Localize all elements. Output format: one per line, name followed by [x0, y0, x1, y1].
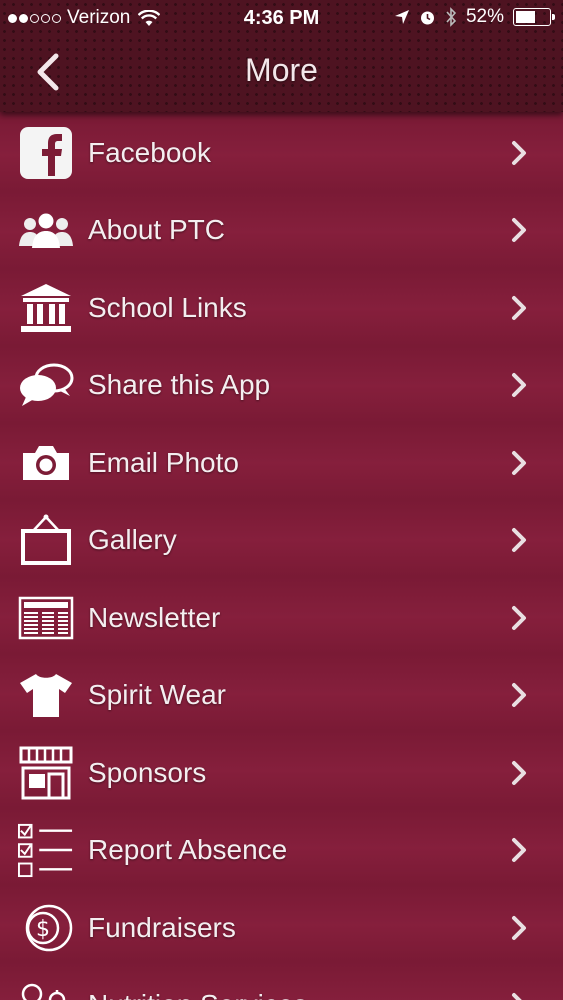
menu-item-school-links[interactable]: School Links [0, 269, 563, 347]
menu-item-gallery[interactable]: Gallery [0, 502, 563, 580]
tshirt-icon [18, 667, 74, 723]
nav-bar: More [0, 36, 563, 112]
bluetooth-icon [446, 7, 457, 27]
chevron-right-icon [512, 915, 526, 940]
menu-item-label: Spirit Wear [88, 679, 226, 711]
menu-item-share-this-app[interactable]: Share this App [0, 347, 563, 425]
menu-item-email-photo[interactable]: Email Photo [0, 424, 563, 502]
menu-item-label: Fundraisers [88, 911, 236, 943]
people-icon [18, 202, 74, 258]
menu-item-newsletter[interactable]: Newsletter [0, 579, 563, 657]
camera-icon [18, 435, 74, 491]
chevron-right-icon [512, 140, 526, 165]
newspaper-icon [18, 590, 74, 646]
chevron-right-icon [512, 993, 522, 1000]
menu-item-label: Facebook [88, 136, 211, 168]
facebook-icon [18, 125, 74, 181]
app-screen: Verizon 4:36 PM 52% More Facebook About … [0, 0, 563, 1000]
chevron-right-icon [512, 295, 526, 320]
battery-icon [513, 8, 555, 26]
chevron-right-icon [512, 605, 526, 630]
status-bar: Verizon 4:36 PM 52% [0, 0, 563, 36]
menu-item-report-absence[interactable]: Report Absence [0, 812, 563, 890]
menu-item-fundraisers[interactable]: $ Fundraisers [0, 889, 563, 967]
alarm-clock-icon [420, 11, 434, 24]
menu-item-label: Gallery [88, 524, 177, 556]
chevron-right-icon [512, 528, 526, 553]
menu-item-nutrition-services[interactable]: Nutrition Services [0, 967, 563, 1000]
svg-text:$: $ [36, 917, 50, 942]
menu-item-label: Email Photo [88, 446, 239, 478]
menu-item-sponsors[interactable]: Sponsors [0, 734, 563, 812]
menu-item-label: School Links [88, 291, 247, 323]
menu-item-label: Sponsors [88, 756, 207, 788]
menu-item-about-ptc[interactable]: About PTC [0, 192, 563, 270]
picture-frame-icon [18, 512, 74, 568]
menu-item-label: Share this App [88, 369, 271, 401]
menu-item-facebook[interactable]: Facebook [0, 114, 563, 192]
menu-item-label: Nutrition Services [88, 989, 307, 1000]
menu-item-label: Report Absence [88, 834, 288, 866]
menu-list: Facebook About PTC School Links Share th… [0, 114, 563, 1000]
chevron-right-icon [512, 683, 526, 708]
header: Verizon 4:36 PM 52% More [0, 0, 563, 112]
location-arrow-icon [394, 10, 409, 24]
chevron-right-icon [512, 450, 526, 475]
menu-item-spirit-wear[interactable]: Spirit Wear [0, 657, 563, 735]
speech-bubbles-icon [18, 357, 74, 413]
dollar-coin-icon: $ [18, 900, 74, 956]
chevron-right-icon [512, 373, 526, 398]
battery-percent: 52% [465, 6, 504, 27]
chevron-right-icon [512, 760, 526, 785]
menu-item-label: Newsletter [88, 601, 221, 633]
status-right: 52% [394, 6, 555, 28]
chevron-right-icon [512, 218, 526, 243]
school-building-icon [18, 280, 74, 336]
page-title: More [245, 52, 318, 88]
nutrition-icon [18, 977, 74, 1000]
chevron-right-icon [512, 838, 526, 863]
storefront-icon [18, 745, 74, 801]
checklist-icon [18, 822, 74, 878]
menu-item-label: About PTC [88, 214, 225, 246]
